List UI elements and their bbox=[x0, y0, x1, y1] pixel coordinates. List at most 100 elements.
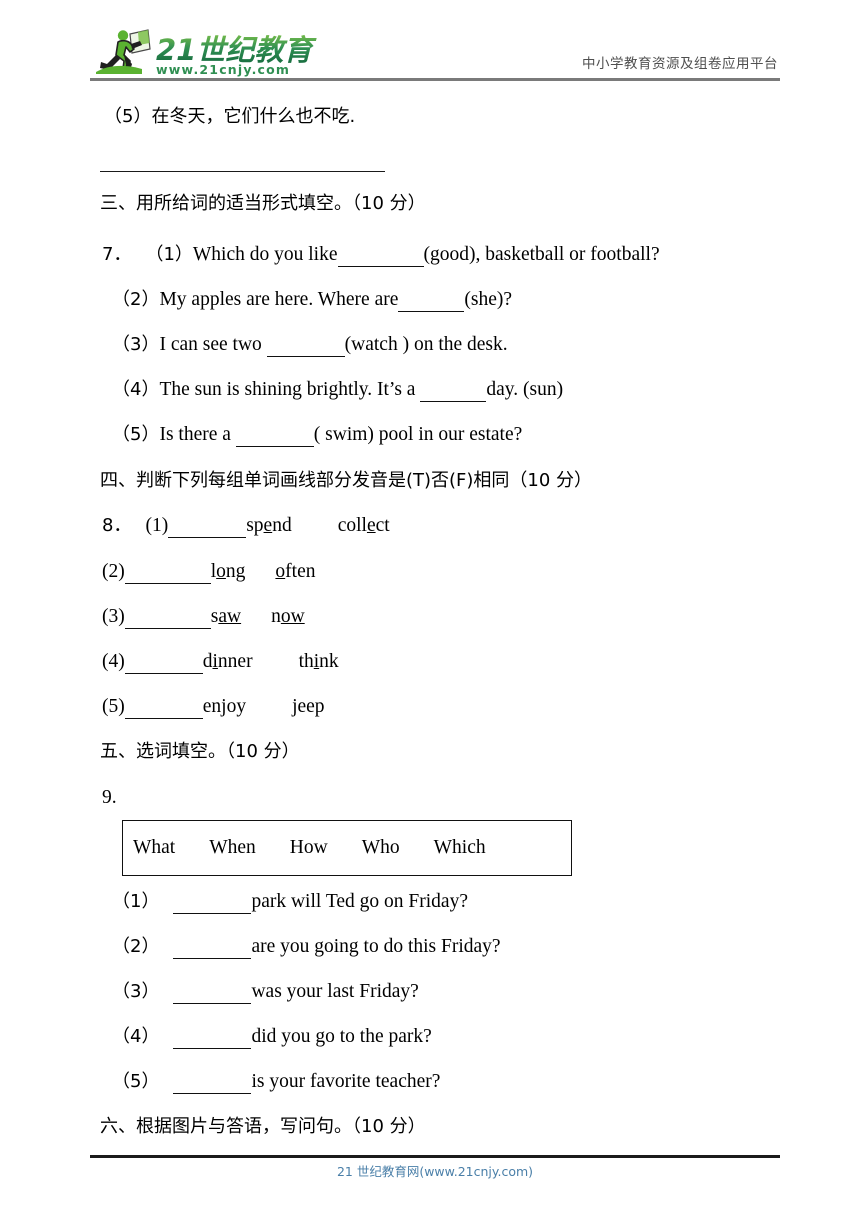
site-logo: 21世纪教育 www.21cnjy.com bbox=[90, 28, 390, 80]
question-7: 7． （1）Which do you like (good), basketball… bbox=[102, 243, 660, 267]
q8-item-4-word-a-post: nner bbox=[217, 651, 253, 672]
word-bank-box: What When How Who Which bbox=[122, 820, 572, 876]
q8-item-4: (4) dinner think bbox=[102, 650, 339, 674]
q8-item-5-word-a-pre: en bbox=[202, 696, 222, 717]
q8-item-4-word-a-pre: d bbox=[202, 651, 213, 672]
word-bank-item-which[interactable]: Which bbox=[434, 836, 486, 860]
q9-item-1: （1） park will Ted go on Friday? bbox=[112, 890, 468, 914]
q7-item-1-blank[interactable] bbox=[337, 246, 424, 267]
q7-item-5-after: ( swim) pool in our estate? bbox=[313, 424, 523, 445]
q7-item-5-blank[interactable] bbox=[235, 426, 314, 447]
q9-item-4: （4） did you go to the park? bbox=[112, 1025, 432, 1049]
q8-item-4-label: (4) bbox=[102, 651, 125, 672]
q9-item-3-label: （3） bbox=[112, 981, 160, 1002]
word-bank-item-what[interactable]: What bbox=[133, 836, 175, 860]
q9-item-5: （5） is your favorite teacher? bbox=[112, 1070, 440, 1094]
carryover-item-number: （5） bbox=[104, 106, 152, 127]
q7-item-2-after: (she)? bbox=[464, 289, 513, 310]
q8-item-1-word-a-post: nd bbox=[272, 515, 292, 536]
q9-item-2-blank[interactable] bbox=[173, 938, 252, 959]
q8-item-4-blank[interactable] bbox=[124, 653, 203, 674]
q7-item-4-blank[interactable] bbox=[420, 381, 487, 402]
q8-item-1-word-b-pre: coll bbox=[337, 515, 367, 536]
q9-item-1-label: （1） bbox=[112, 891, 160, 912]
q7-item-5-before: Is there a bbox=[159, 424, 236, 445]
logo-url-text: www.21cnjy.com bbox=[156, 62, 290, 77]
q8-item-2-word-a-post: ng bbox=[225, 561, 246, 582]
q8-item-3: (3) saw now bbox=[102, 605, 305, 629]
header-divider bbox=[90, 78, 780, 81]
q9-item-2: （2） are you going to do this Friday? bbox=[112, 935, 501, 959]
q8-item-5-word-b-post: eep bbox=[297, 696, 325, 717]
q9-item-4-blank[interactable] bbox=[173, 1028, 252, 1049]
q7-item-2-blank[interactable] bbox=[398, 291, 465, 312]
q7-item-5: （5）Is there a ( swim) pool in our estate… bbox=[112, 423, 522, 447]
question-9-number: 9. bbox=[102, 787, 117, 808]
q8-item-1-word-a-pre: sp bbox=[246, 515, 264, 536]
q9-item-4-text: did you go to the park? bbox=[251, 1026, 432, 1047]
q8-item-3-word-a-underlined: aw bbox=[218, 606, 242, 627]
q8-item-4-word-b-post: nk bbox=[319, 651, 339, 672]
header-tagline: 中小学教育资源及组卷应用平台 bbox=[582, 56, 778, 72]
q8-item-1-blank[interactable] bbox=[168, 517, 247, 538]
q7-item-3-before: I can see two bbox=[159, 334, 267, 355]
q7-item-2-before: My apples are here. Where are bbox=[159, 289, 399, 310]
q8-item-3-word-b-pre: n bbox=[271, 606, 281, 627]
exam-paper-page: 21世纪教育 www.21cnjy.com 中小学教育资源及组卷应用平台 （5）… bbox=[0, 0, 860, 1216]
q7-item-1-label: （1） bbox=[145, 244, 193, 265]
q9-item-3-blank[interactable] bbox=[173, 983, 252, 1004]
q8-item-5-blank[interactable] bbox=[124, 698, 203, 719]
q8-item-2-word-b-post: ften bbox=[285, 561, 316, 582]
q8-item-3-blank[interactable] bbox=[124, 608, 211, 629]
q8-item-2-blank[interactable] bbox=[124, 563, 211, 584]
word-bank-words: What When How Who Which bbox=[133, 836, 486, 860]
q7-item-5-label: （5） bbox=[112, 424, 160, 445]
q8-item-1-word-b-underlined: e bbox=[366, 515, 376, 536]
q7-item-4-label: （4） bbox=[112, 379, 160, 400]
question-8: 8． (1) spend collect bbox=[102, 514, 390, 538]
q8-item-2-word-b-underlined: o bbox=[275, 561, 286, 582]
q9-item-3-text: was your last Friday? bbox=[251, 981, 419, 1002]
section-five-heading: 五、选词填空。（10 分） bbox=[100, 741, 300, 762]
section-three-heading: 三、用所给词的适当形式填空。（10 分） bbox=[100, 193, 426, 214]
word-bank-item-how[interactable]: How bbox=[290, 836, 328, 860]
q7-item-2: （2）My apples are here. Where are (she)? bbox=[112, 288, 512, 312]
q9-item-2-text: are you going to do this Friday? bbox=[251, 936, 501, 957]
question-8-number: 8． bbox=[102, 515, 132, 536]
word-bank-item-when[interactable]: When bbox=[209, 836, 256, 860]
q7-item-4-before: The sun is shining brightly. It’s a bbox=[159, 379, 421, 400]
q8-item-1-word-a-underlined: e bbox=[263, 515, 273, 536]
q7-item-2-label: （2） bbox=[112, 289, 160, 310]
q7-item-3-after: (watch ) on the desk. bbox=[344, 334, 508, 355]
word-bank-item-who[interactable]: Who bbox=[362, 836, 400, 860]
section-six-heading: 六、根据图片与答语，写问句。（10 分） bbox=[100, 1116, 426, 1137]
page-header: 21世纪教育 www.21cnjy.com 中小学教育资源及组卷应用平台 bbox=[90, 28, 780, 84]
q9-item-1-text: park will Ted go on Friday? bbox=[251, 891, 468, 912]
q9-item-4-label: （4） bbox=[112, 1026, 160, 1047]
q8-item-1-label: (1) bbox=[145, 515, 169, 536]
carryover-item-text: 在冬天，它们什么也不吃. bbox=[151, 106, 356, 127]
q8-item-3-label: (3) bbox=[102, 606, 125, 627]
q8-item-2-label: (2) bbox=[102, 561, 125, 582]
q9-item-5-blank[interactable] bbox=[173, 1073, 252, 1094]
q9-item-1-blank[interactable] bbox=[173, 893, 252, 914]
running-person-with-flag-icon: 21世纪教育 www.21cnjy.com bbox=[96, 29, 317, 77]
footer-site-text: 21 世纪教育网(www.21cnjy.com) bbox=[336, 1164, 534, 1179]
q9-item-3: （3） was your last Friday? bbox=[112, 980, 419, 1004]
q7-item-4-after: day. (sun) bbox=[486, 379, 564, 400]
q9-item-5-text: is your favorite teacher? bbox=[251, 1071, 441, 1092]
q8-item-5: (5) enjoy jeep bbox=[102, 695, 325, 719]
q7-item-4: （4）The sun is shining brightly. It’s a d… bbox=[112, 378, 563, 402]
q8-item-5-label: (5) bbox=[102, 696, 125, 717]
q7-item-3-blank[interactable] bbox=[266, 336, 345, 357]
q8-item-2-word-a-underlined: o bbox=[216, 561, 226, 582]
q7-item-3: （3）I can see two (watch ) on the desk. bbox=[112, 333, 508, 357]
q8-item-4-word-b-pre: th bbox=[298, 651, 314, 672]
q9-item-5-label: （5） bbox=[112, 1071, 160, 1092]
q7-item-3-label: （3） bbox=[112, 334, 160, 355]
question-7-number: 7． bbox=[102, 244, 132, 265]
q8-item-2: (2) long often bbox=[102, 560, 316, 584]
q7-item-1-before: Which do you like bbox=[192, 244, 338, 265]
carryover-item: （5）在冬天，它们什么也不吃. bbox=[104, 105, 355, 129]
answer-blank-line bbox=[100, 171, 385, 172]
